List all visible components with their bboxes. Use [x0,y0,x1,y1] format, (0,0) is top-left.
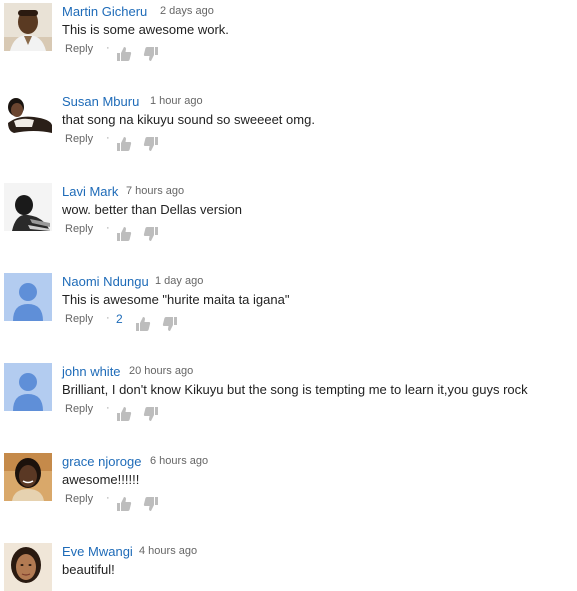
comment-text: that song na kikuyu sound so sweeeet omg… [62,112,315,127]
comment-author[interactable]: Susan Mburu [62,94,139,109]
comment-author[interactable]: grace njoroge [62,454,142,469]
comment-text: This is awesome "hurite maita ta igana" [62,292,290,307]
reply-button[interactable]: Reply [65,313,93,325]
thumbs-down-icon[interactable] [162,316,178,332]
comment-timestamp[interactable]: 1 hour ago [150,95,203,107]
comment-author[interactable]: john white [62,364,121,379]
separator-dot: · [106,492,110,504]
thumbs-down-icon[interactable] [143,226,159,242]
comment-text: beautiful! [62,562,115,577]
separator-dot: · [106,312,110,324]
like-count: 2 [116,312,123,326]
photo-man-shirt-icon [4,3,52,51]
avatar[interactable] [4,93,52,141]
separator-dot: · [106,402,110,414]
separator-dot: · [106,132,110,144]
comment-text: This is some awesome work. [62,22,229,37]
comment-item: john white 20 hours ago Brilliant, I don… [4,363,574,449]
comment-timestamp[interactable]: 2 days ago [160,5,214,17]
comment-timestamp[interactable]: 1 day ago [155,275,203,287]
separator-dot: · [106,222,110,234]
comment-item: Susan Mburu 1 hour ago that song na kiku… [4,93,574,179]
comment-item: Naomi Ndungu 1 day ago This is awesome "… [4,273,574,359]
avatar[interactable] [4,273,52,321]
comment-author[interactable]: Martin Gicheru [62,4,147,19]
thumbs-up-icon[interactable] [116,226,132,242]
avatar[interactable] [4,3,52,51]
comment-timestamp[interactable]: 6 hours ago [150,455,208,467]
avatar[interactable] [4,183,52,231]
comment-item: Martin Gicheru 2 days ago This is some a… [4,3,574,89]
reply-button[interactable]: Reply [65,493,93,505]
thumbs-up-icon[interactable] [116,46,132,62]
photo-woman-lying-icon [4,93,52,141]
comment-text: Brilliant, I don't know Kikuyu but the s… [62,382,528,397]
thumbs-up-icon[interactable] [116,406,132,422]
reply-button[interactable]: Reply [65,133,93,145]
comment-author[interactable]: Eve Mwangi [62,544,133,559]
reply-button[interactable]: Reply [65,43,93,55]
thumbs-up-icon[interactable] [135,316,151,332]
comment-timestamp[interactable]: 7 hours ago [126,185,184,197]
avatar[interactable] [4,453,52,501]
thumbs-down-icon[interactable] [143,406,159,422]
avatar[interactable] [4,363,52,411]
photo-woman-smiling-icon [4,453,52,501]
comment-timestamp[interactable]: 20 hours ago [129,365,193,377]
avatar[interactable] [4,543,52,591]
default-user-icon [4,363,52,411]
comment-item: Lavi Mark 7 hours ago wow. better than D… [4,183,574,269]
comment-text: awesome!!!!!! [62,472,140,487]
thumbs-up-icon[interactable] [116,496,132,512]
thumbs-down-icon[interactable] [143,46,159,62]
comment-timestamp[interactable]: 4 hours ago [139,545,197,557]
reply-button[interactable]: Reply [65,403,93,415]
photo-bw-man-icon [4,183,52,231]
comment-item: grace njoroge 6 hours ago awesome!!!!!! … [4,453,574,539]
reply-button[interactable]: Reply [65,223,93,235]
thumbs-down-icon[interactable] [143,136,159,152]
comment-author[interactable]: Lavi Mark [62,184,118,199]
comment-author[interactable]: Naomi Ndungu [62,274,149,289]
comment-item: Eve Mwangi 4 hours ago beautiful! [4,543,574,591]
thumbs-up-icon[interactable] [116,136,132,152]
thumbs-down-icon[interactable] [143,496,159,512]
default-user-icon [4,273,52,321]
photo-woman-portrait-icon [4,543,52,591]
comment-text: wow. better than Dellas version [62,202,242,217]
separator-dot: · [106,42,110,54]
